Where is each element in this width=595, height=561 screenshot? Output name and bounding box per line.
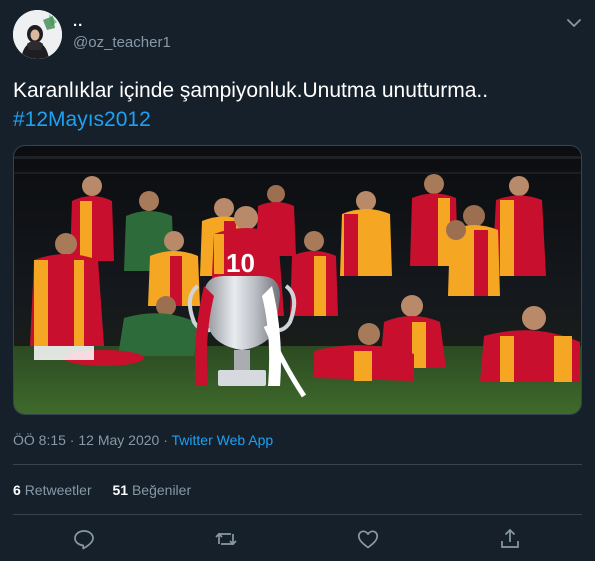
like-icon[interactable]	[356, 527, 380, 551]
tweet-meta: ÖÖ 8:15 · 12 May 2020 · Twitter Web App	[13, 432, 273, 448]
tweet-text: Karanlıklar içinde şampiyonluk.Unutma un…	[13, 76, 583, 134]
tweet-body: Karanlıklar içinde şampiyonluk.Unutma un…	[13, 79, 489, 102]
likes-stat[interactable]: 51 Beğeniler	[113, 482, 192, 498]
reply-icon[interactable]	[72, 527, 96, 551]
hashtag-link[interactable]: #12Mayıs2012	[13, 105, 583, 134]
tweet-time[interactable]: ÖÖ 8:15	[13, 432, 66, 448]
avatar[interactable]	[13, 10, 62, 59]
display-name[interactable]: ..	[73, 13, 83, 30]
divider	[13, 514, 582, 515]
retweets-count: 6	[13, 482, 21, 498]
divider	[13, 464, 582, 465]
tweet-date[interactable]: 12 May 2020	[78, 432, 159, 448]
jersey-number: 10	[226, 248, 255, 278]
team-celebration-photo: 10	[14, 146, 581, 414]
tweet-source-link[interactable]: Twitter Web App	[172, 432, 274, 448]
avatar-image	[13, 10, 62, 59]
likes-count: 51	[112, 482, 129, 498]
tweet: .. @oz_teacher1 Karanlıklar içinde şampi…	[0, 0, 595, 561]
tweet-actions	[0, 527, 595, 553]
retweets-stat[interactable]: 6 Retweetler	[13, 482, 92, 498]
likes-label: Beğeniler	[131, 482, 192, 498]
retweet-icon[interactable]	[214, 527, 238, 551]
user-handle[interactable]: @oz_teacher1	[73, 34, 171, 51]
tweet-stats: 6 Retweetler 51 Beğeniler	[13, 482, 208, 498]
meta-separator: ·	[65, 432, 79, 448]
meta-separator: ·	[159, 432, 172, 448]
chevron-down-icon[interactable]	[565, 14, 583, 32]
retweets-label: Retweetler	[24, 482, 92, 498]
tweet-photo[interactable]: 10	[13, 145, 582, 415]
share-icon[interactable]	[498, 527, 522, 551]
